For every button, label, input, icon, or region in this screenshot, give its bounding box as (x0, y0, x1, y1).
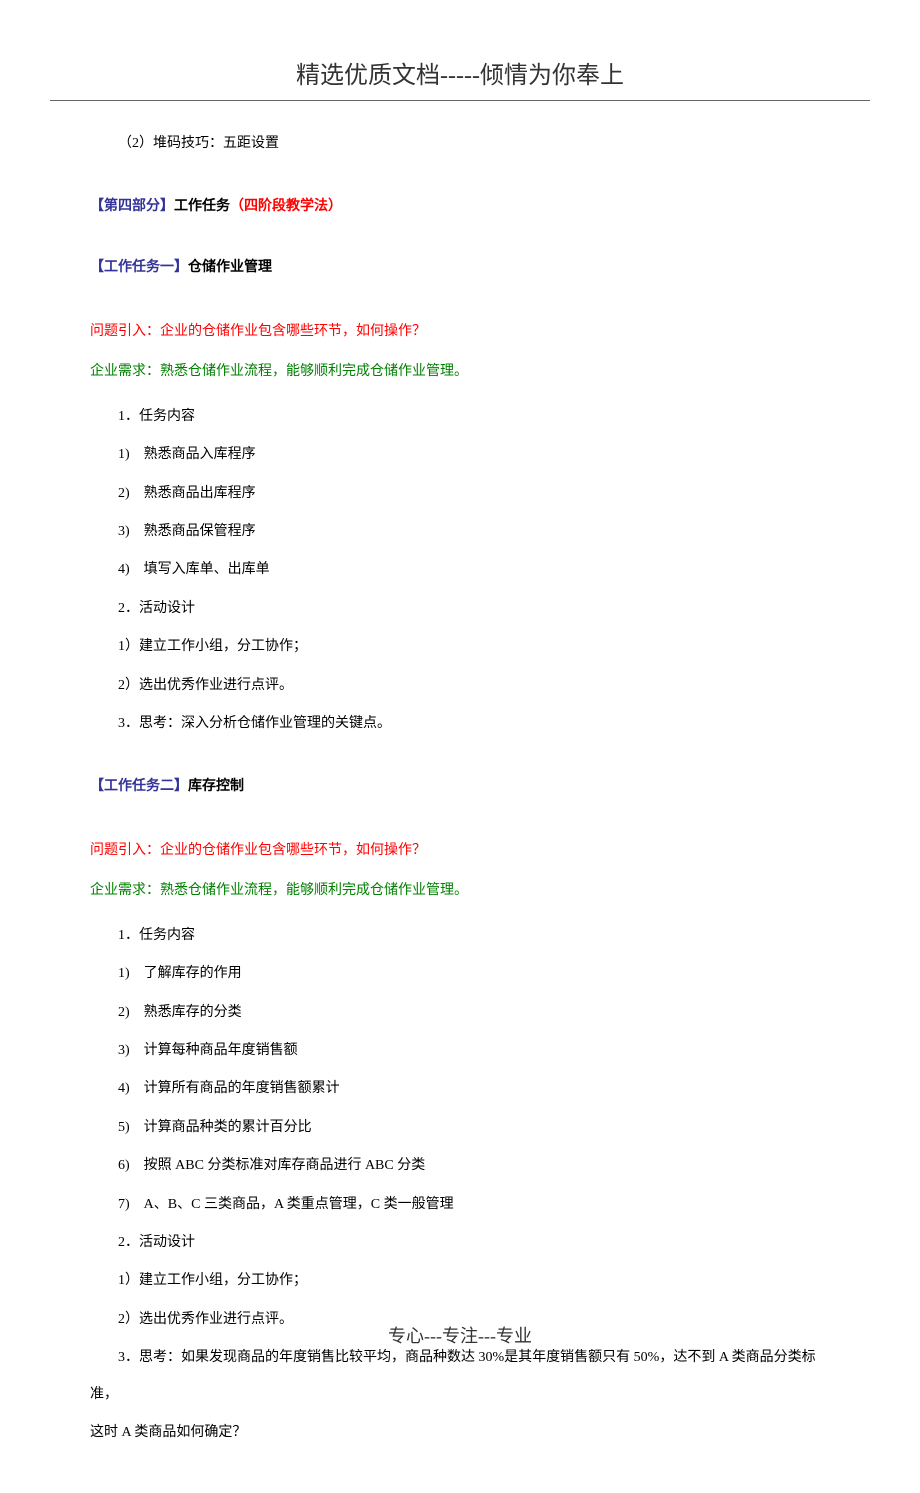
document-content: （2）堆码技巧：五距设置 【第四部分】工作任务（四阶段教学法） 【工作任务一】仓… (50, 126, 870, 1451)
list-item: 1．任务内容 (90, 918, 830, 954)
list-item: 4) 计算所有商品的年度销售额累计 (90, 1071, 830, 1107)
list-item: 1．任务内容 (90, 399, 830, 435)
list-item: 1) 熟悉商品入库程序 (90, 437, 830, 473)
task-1-question: 问题引入：企业的仓储作业包含哪些环节，如何操作？ (90, 314, 830, 350)
document-header: 精选优质文档-----倾情为你奉上 (50, 55, 870, 101)
list-item: 3) 熟悉商品保管程序 (90, 514, 830, 550)
task-2-thinking-line-1: 3．思考：如果发现商品的年度销售比较平均，商品种数达 30%是其年度销售额只有 … (90, 1340, 830, 1413)
list-item: 5) 计算商品种类的累计百分比 (90, 1110, 830, 1146)
task-2-title: 库存控制 (188, 779, 244, 794)
list-item: 1) 了解库存的作用 (90, 956, 830, 992)
section-4-title: 工作任务 (174, 199, 230, 214)
task-1-bracket: 【工作任务一】 (90, 260, 188, 275)
task-1-title: 仓储作业管理 (188, 260, 272, 275)
section-4-heading: 【第四部分】工作任务（四阶段教学法） (90, 192, 830, 223)
list-item: 2．活动设计 (90, 591, 830, 627)
section-4-bracket: 【第四部分】 (90, 199, 174, 214)
task-2-heading: 【工作任务二】库存控制 (90, 772, 830, 803)
task-2-need: 企业需求：熟悉仓储作业流程，能够顺利完成仓储作业管理。 (90, 873, 830, 909)
list-item: 2) 熟悉库存的分类 (90, 995, 830, 1031)
list-item: 3．思考：深入分析仓储作业管理的关键点。 (90, 706, 830, 742)
list-item: 2）选出优秀作业进行点评。 (90, 668, 830, 704)
document-page: 精选优质文档-----倾情为你奉上 （2）堆码技巧：五距设置 【第四部分】工作任… (0, 0, 920, 1493)
task-1-heading: 【工作任务一】仓储作业管理 (90, 253, 830, 284)
intro-line: （2）堆码技巧：五距设置 (90, 126, 830, 162)
list-item: 6) 按照 ABC 分类标准对库存商品进行 ABC 分类 (90, 1148, 830, 1184)
task-2-thinking-line-2: 这时 A 类商品如何确定？ (90, 1415, 830, 1451)
list-item: 2) 熟悉商品出库程序 (90, 476, 830, 512)
section-4-paren: （四阶段教学法） (230, 199, 342, 214)
task-2-bracket: 【工作任务二】 (90, 779, 188, 794)
list-item: 2．活动设计 (90, 1225, 830, 1261)
document-footer: 专心---专注---专业 (0, 1322, 920, 1348)
task-2-question: 问题引入：企业的仓储作业包含哪些环节，如何操作？ (90, 833, 830, 869)
list-item: 3) 计算每种商品年度销售额 (90, 1033, 830, 1069)
list-item: 4) 填写入库单、出库单 (90, 552, 830, 588)
task-1-need: 企业需求：熟悉仓储作业流程，能够顺利完成仓储作业管理。 (90, 354, 830, 390)
list-item: 1）建立工作小组，分工协作； (90, 1263, 830, 1299)
list-item: 1）建立工作小组，分工协作； (90, 629, 830, 665)
list-item: 7) A、B、C 三类商品，A 类重点管理，C 类一般管理 (90, 1187, 830, 1223)
